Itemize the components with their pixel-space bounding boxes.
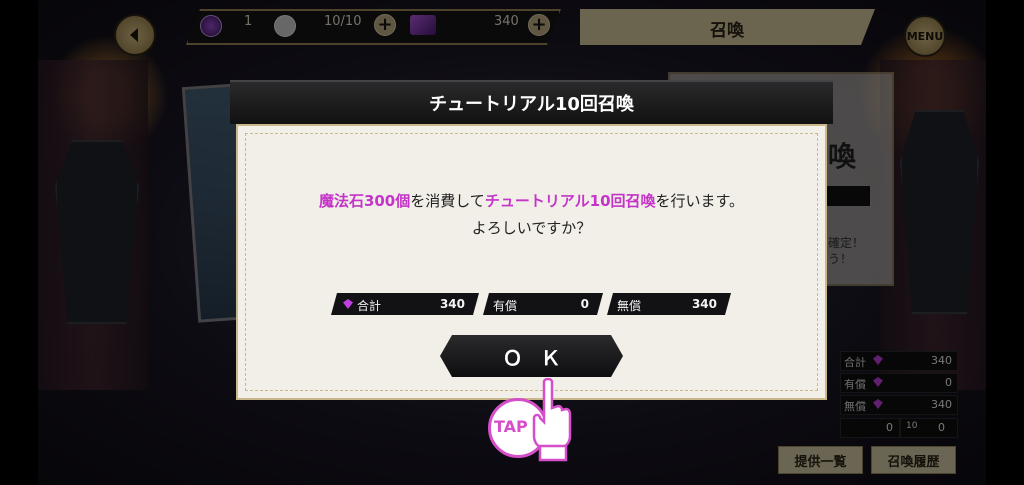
stat-paid: 有償 0 (483, 293, 603, 315)
stat-free: 無償 340 (607, 293, 731, 315)
message-text: を行います。 (655, 192, 745, 210)
confirm-message: 魔法石300個を消費してチュートリアル10回召喚を行います。 (236, 190, 827, 211)
ok-button-label: ＯＫ (502, 345, 579, 370)
pointing-hand-icon (532, 378, 572, 462)
game-screen: 喚 確定！ う！ 1 10/10 + 340 + 召喚 MENU 合計 340 … (0, 0, 1024, 485)
letterbox-left (0, 0, 38, 485)
letterbox-right (986, 0, 1024, 485)
tap-label: TAP (494, 417, 528, 436)
ok-button[interactable]: ＯＫ (440, 335, 623, 377)
stat-label: 無償 (617, 299, 642, 313)
stat-value: 340 (691, 297, 717, 311)
message-text: を消費して (410, 192, 485, 210)
stat-value: 0 (580, 297, 589, 311)
modal-title: チュートリアル10回召喚 (429, 94, 634, 115)
stat-label: 合計 (357, 299, 382, 313)
gem-icon (343, 299, 353, 309)
stat-value: 340 (439, 297, 465, 311)
confirm-question: よろしいですか？ (471, 219, 592, 237)
stat-total: 合計 340 (331, 293, 479, 315)
message-highlight: 魔法石300個 (318, 192, 411, 210)
stat-label: 有償 (493, 299, 518, 313)
message-highlight: チュートリアル10回召喚 (484, 192, 656, 210)
